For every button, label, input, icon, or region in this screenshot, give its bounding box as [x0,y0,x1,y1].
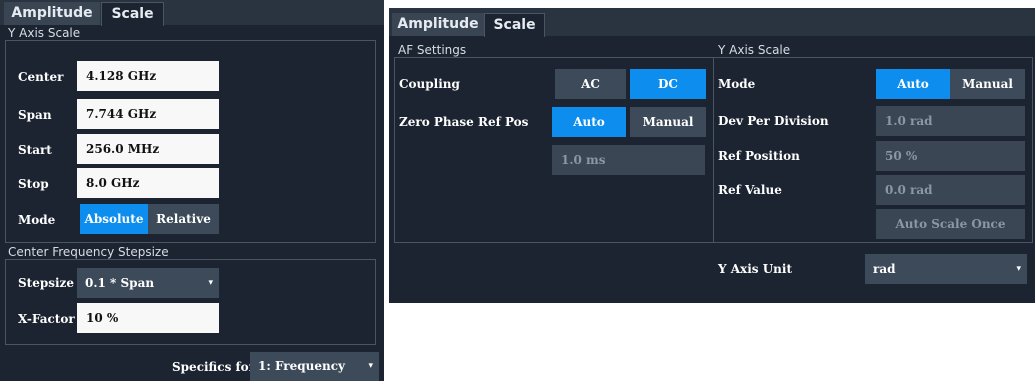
specifics-label: Specifics for [172,360,256,374]
tab-amplitude[interactable]: Amplitude [4,2,100,25]
chevron-down-icon: ▾ [208,278,213,288]
stop-input[interactable]: 8.0 GHz [77,168,219,198]
mode-label: Mode [718,77,756,91]
left-scale-panel: Amplitude Scale Y Axis Scale Center 4.12… [0,0,384,381]
mode-manual-toggle[interactable]: Manual [950,69,1025,99]
ref-value-input[interactable]: 0.0 rad [876,175,1025,205]
start-input[interactable]: 256.0 MHz [77,134,219,164]
coupling-ac-toggle[interactable]: AC [555,69,626,99]
tab-amplitude[interactable]: Amplitude [392,13,484,36]
stepsize-dropdown[interactable]: 0.1 * Span ▾ [77,268,219,298]
dev-per-division-input[interactable]: 1.0 rad [876,106,1025,136]
center-label: Center [18,70,64,84]
zpr-value-input[interactable]: 1.0 ms [552,145,705,175]
y-axis-scale-header: Y Axis Scale [718,43,791,57]
zpr-manual-toggle[interactable]: Manual [630,107,706,137]
zero-phase-ref-pos-label: Zero Phase Ref Pos [399,115,529,129]
stop-label: Stop [18,177,49,191]
chevron-down-icon: ▾ [1016,264,1021,274]
y-axis-scale-header: Y Axis Scale [8,26,81,40]
mode-absolute-toggle[interactable]: Absolute [80,204,148,234]
y-axis-unit-dropdown[interactable]: rad ▾ [865,254,1027,284]
xfactor-label: X-Factor [18,312,75,326]
af-settings-header: AF Settings [398,43,467,57]
left-tab-bar: Amplitude Scale [0,0,384,26]
xfactor-input[interactable]: 10 % [77,303,219,333]
tab-scale[interactable]: Scale [101,2,164,26]
right-scale-panel: Amplitude Scale AF Settings Coupling AC … [389,8,1035,303]
ref-value-label: Ref Value [718,183,782,197]
y-axis-unit-label: Y Axis Unit [718,262,792,276]
start-label: Start [18,143,52,157]
mode-label: Mode [18,213,56,227]
ref-position-label: Ref Position [718,149,800,163]
mode-relative-toggle[interactable]: Relative [148,204,219,234]
specifics-value: 1: Frequency [258,359,345,373]
stepsize-label: Stepsize [18,276,74,290]
dev-per-division-label: Dev Per Division [718,114,829,128]
chevron-down-icon: ▾ [368,361,373,371]
coupling-label: Coupling [399,77,460,91]
span-input[interactable]: 7.744 GHz [77,99,219,129]
auto-scale-once-button[interactable]: Auto Scale Once [876,209,1025,239]
y-axis-unit-value: rad [873,262,896,276]
mode-auto-toggle[interactable]: Auto [876,69,950,99]
right-tab-bar: Amplitude Scale [389,8,1035,37]
coupling-dc-toggle[interactable]: DC [630,69,706,99]
stepsize-value: 0.1 * Span [85,276,155,290]
span-label: Span [18,108,52,122]
stepsize-header: Center Frequency Stepsize [8,245,169,259]
tab-scale[interactable]: Scale [484,13,545,37]
center-input[interactable]: 4.128 GHz [77,61,219,91]
ref-position-input[interactable]: 50 % [876,141,1025,171]
zpr-auto-toggle[interactable]: Auto [552,107,626,137]
specifics-dropdown[interactable]: 1: Frequency ▾ [250,352,379,381]
